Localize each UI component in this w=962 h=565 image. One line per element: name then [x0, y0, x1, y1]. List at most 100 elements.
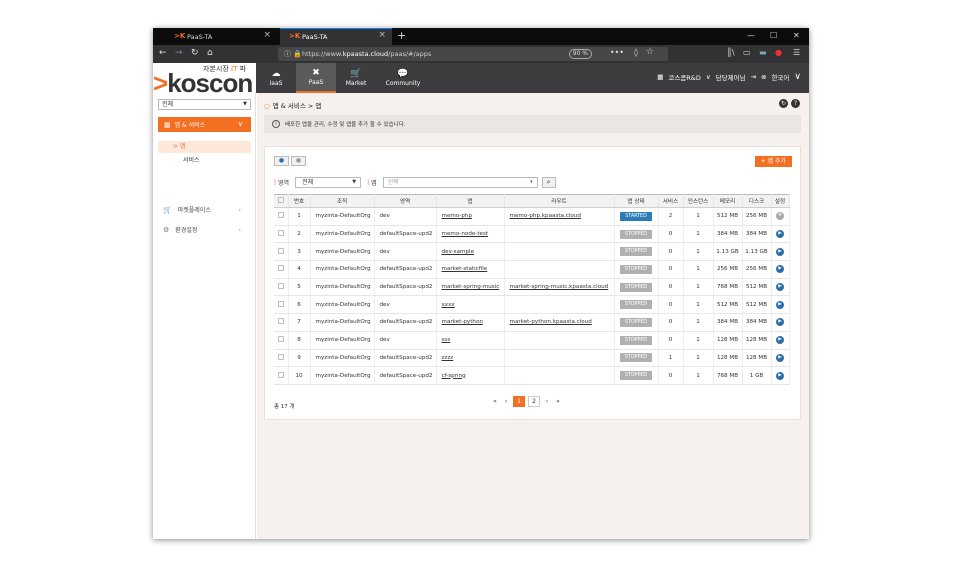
search-button[interactable]: ⌕	[541, 177, 556, 188]
row-setting[interactable]: ▶	[771, 278, 790, 297]
menu-icon[interactable]: ☰	[793, 48, 800, 57]
add-app-button[interactable]: + 앱 추가	[754, 156, 792, 167]
row-checkbox[interactable]	[274, 331, 289, 350]
last-page-icon[interactable]: »	[554, 398, 562, 405]
row-app-link[interactable]: memo-node-test	[436, 225, 505, 244]
org-selector[interactable]: 코스콤R&D	[668, 72, 701, 82]
user-name[interactable]: 담당제어님	[716, 72, 746, 82]
browser-tab-2[interactable]: >K PaaS-TA ×	[280, 28, 392, 45]
sidebar-subitem-service[interactable]: 서비스	[183, 155, 200, 164]
row-checkbox[interactable]	[274, 207, 289, 226]
extension-icon[interactable]: ▬	[759, 48, 767, 57]
row-route-link[interactable]	[504, 260, 615, 279]
row-checkbox[interactable]	[274, 260, 289, 279]
browser-tab-1[interactable]: >K PaaS-TA ×	[165, 28, 277, 45]
back-icon[interactable]: ←	[159, 48, 167, 58]
row-route-link[interactable]	[504, 295, 615, 315]
forward-icon[interactable]: →	[175, 48, 183, 58]
nav-community[interactable]: 💬 Community	[376, 63, 430, 93]
row-setting[interactable]: ▶	[771, 260, 790, 279]
maximize-icon[interactable]: ☐	[770, 31, 777, 40]
row-setting[interactable]: ▶	[771, 225, 790, 244]
row-app-link[interactable]: memo-php	[436, 207, 505, 226]
tab-close-icon[interactable]: ×	[263, 30, 271, 40]
play-icon[interactable]: ▶	[776, 247, 784, 256]
sidebar-subitem-app[interactable]: > 앱	[158, 141, 251, 153]
row-app-link[interactable]: market-spring-music	[436, 278, 505, 297]
row-checkbox[interactable]	[274, 313, 289, 332]
row-app-link[interactable]: market-staticfile	[436, 260, 505, 279]
row-checkbox[interactable]	[274, 225, 289, 244]
nav-iaas[interactable]: ☁ IaaS	[256, 63, 296, 93]
page-actions-icon[interactable]: •••	[610, 48, 624, 57]
play-icon[interactable]: ▶	[776, 336, 784, 345]
home-icon[interactable]: ⌂	[207, 48, 213, 58]
language-selector[interactable]: 한국어	[771, 72, 789, 82]
row-route-link[interactable]: memo-php.kpaasta.cloud	[504, 207, 615, 226]
row-app-link[interactable]: sss	[436, 331, 505, 350]
next-page-icon[interactable]: ›	[543, 398, 551, 405]
url-bar[interactable]: ⓘ 🔒 https://www. kpaasta.cloud/paas/#/app…	[278, 47, 668, 61]
sidebar-item-marketplace[interactable]: 🛒 마켓플레이스 ‹	[163, 205, 251, 215]
row-app-link[interactable]: market-python	[436, 313, 505, 332]
pocket-icon[interactable]: ◊	[634, 48, 638, 57]
bookmark-star-icon[interactable]: ☆	[646, 47, 654, 57]
prev-page-icon[interactable]: ‹	[502, 398, 510, 405]
region-select[interactable]: 전체 ▼	[295, 177, 362, 188]
extension-red-icon[interactable]: ●	[775, 48, 782, 57]
row-setting[interactable]: ⚙	[771, 207, 790, 226]
select-all-checkbox[interactable]	[274, 194, 289, 208]
row-app-link[interactable]: dev-sample	[436, 242, 505, 262]
site-info-lock-icon[interactable]: ⓘ 🔒	[284, 49, 302, 59]
row-route-link[interactable]: market-spring-music.kpaasta.cloud	[504, 278, 615, 297]
play-icon[interactable]: ▶	[776, 353, 784, 362]
row-checkbox[interactable]	[274, 349, 289, 368]
refresh-icon[interactable]: ↻	[779, 99, 788, 108]
row-checkbox[interactable]	[274, 278, 289, 297]
new-tab-icon[interactable]: +	[397, 29, 406, 42]
library-icon[interactable]: ║\	[727, 48, 735, 57]
row-checkbox[interactable]	[274, 242, 289, 262]
window-close-icon[interactable]: ✕	[793, 31, 800, 40]
row-checkbox[interactable]	[274, 295, 289, 315]
settings-gear-icon[interactable]: ⚙	[776, 212, 784, 221]
row-checkbox[interactable]	[274, 366, 289, 385]
start-button[interactable]: ●	[274, 156, 289, 166]
row-app-link[interactable]: xxxx	[436, 295, 505, 315]
help-icon[interactable]: ?	[791, 99, 800, 108]
tab-close-icon[interactable]: ×	[378, 30, 386, 40]
play-icon[interactable]: ▶	[776, 318, 784, 327]
sidebar-item-settings[interactable]: ⚙ 환경설정 ‹	[163, 225, 251, 235]
row-setting[interactable]: ▶	[771, 349, 790, 368]
row-setting[interactable]: ▶	[771, 366, 790, 385]
nav-market[interactable]: 🛒 Market	[336, 63, 376, 93]
row-app-link[interactable]: zzzz	[436, 349, 505, 368]
sidebar-org-select[interactable]: 전체 ▼	[158, 99, 251, 110]
page-1-button[interactable]: 1	[513, 396, 525, 407]
first-page-icon[interactable]: «	[491, 398, 499, 405]
row-setting[interactable]: ▶	[771, 295, 790, 315]
sidebar-toggle-icon[interactable]: ▭	[743, 48, 751, 57]
reload-icon[interactable]: ↻	[191, 48, 199, 58]
page-2-button[interactable]: 2	[528, 396, 540, 407]
minimize-icon[interactable]: —	[747, 31, 755, 40]
logout-icon[interactable]: ⇥	[751, 73, 756, 81]
row-setting[interactable]: ▶	[771, 313, 790, 332]
row-route-link[interactable]	[504, 331, 615, 350]
row-setting[interactable]: ▶	[771, 331, 790, 350]
nav-paas[interactable]: ✖ PaaS	[296, 63, 336, 93]
chevron-down-icon[interactable]: ∨	[794, 72, 801, 82]
row-route-link[interactable]	[504, 225, 615, 244]
play-icon[interactable]: ▶	[776, 371, 784, 380]
play-icon[interactable]: ▶	[776, 230, 784, 239]
koscom-logo[interactable]: 자본시장 IT 파 >koscon	[153, 63, 256, 93]
row-route-link[interactable]	[504, 349, 615, 368]
chevron-down-icon[interactable]: ∨	[706, 73, 711, 81]
stop-button[interactable]: ●	[291, 156, 306, 166]
play-icon[interactable]: ▶	[776, 265, 784, 274]
row-route-link[interactable]	[504, 242, 615, 262]
sidebar-item-app-services[interactable]: ▦ 앱 & 서비스 ∨	[158, 117, 251, 132]
app-select[interactable]: 선택 ▾	[382, 177, 538, 188]
row-app-link[interactable]: cf-spring	[436, 366, 505, 385]
row-route-link[interactable]	[504, 366, 615, 385]
